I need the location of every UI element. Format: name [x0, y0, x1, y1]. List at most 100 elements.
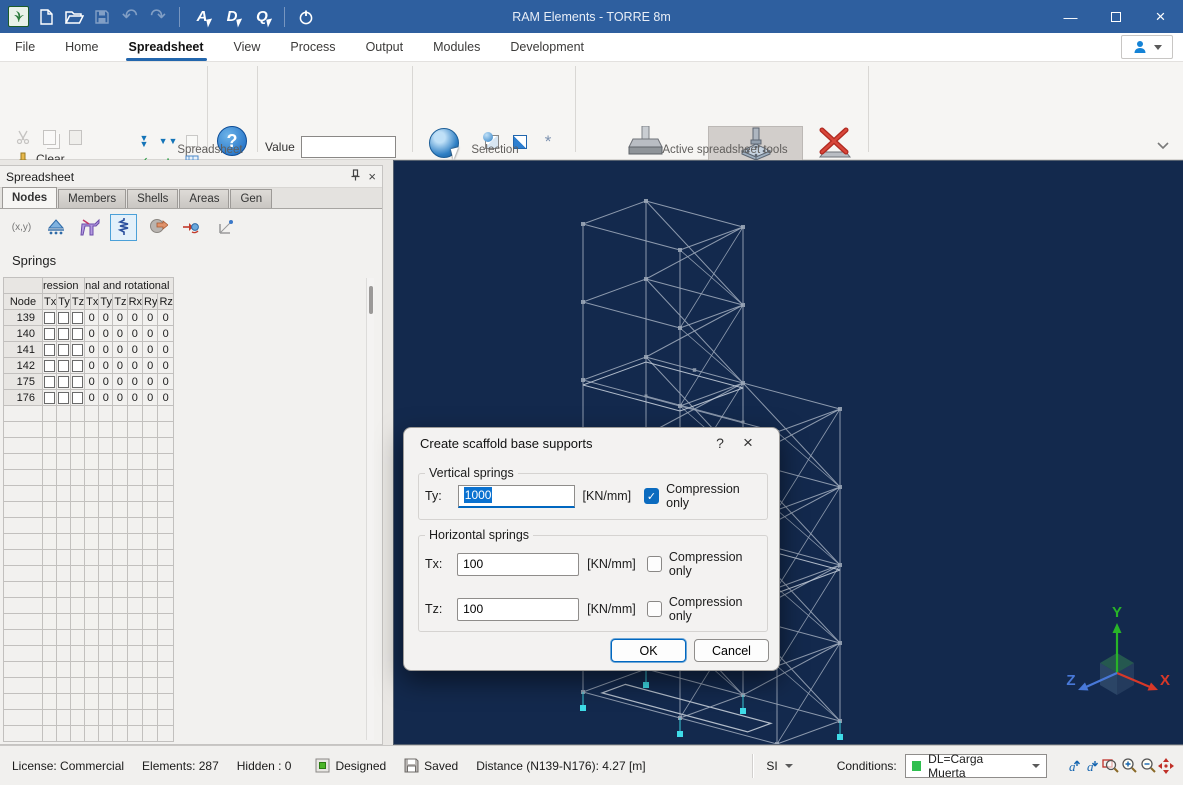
tz-compression-checkbox[interactable]: Compression only [647, 595, 761, 623]
power-icon[interactable] [295, 5, 317, 29]
close-button[interactable]: × [1138, 0, 1183, 33]
tab-file[interactable]: File [0, 33, 50, 62]
spring-value-cell[interactable]: 0 [113, 374, 127, 390]
zoom-in-button[interactable] [1120, 754, 1138, 778]
springs-tool-button[interactable] [110, 214, 137, 241]
increase-font-button[interactable]: a [1065, 754, 1083, 778]
select-tool-a-button[interactable]: A [190, 8, 214, 25]
dialog-close-button[interactable]: × [733, 433, 763, 453]
open-file-button[interactable] [63, 5, 85, 29]
collapse-ribbon-button[interactable] [1157, 139, 1169, 153]
tab-home[interactable]: Home [50, 33, 113, 62]
ok-button[interactable]: OK [611, 639, 686, 662]
spring-value-cell[interactable]: 0 [127, 326, 142, 342]
pin-icon[interactable] [351, 169, 360, 184]
spring-checkbox-cell[interactable] [43, 390, 57, 406]
spring-value-cell[interactable]: 0 [127, 310, 142, 326]
spring-value-cell[interactable]: 0 [99, 326, 113, 342]
spring-checkbox-cell[interactable] [70, 326, 84, 342]
panel-tab-gen[interactable]: Gen [230, 189, 272, 208]
spring-value-cell[interactable]: 0 [127, 390, 142, 406]
spring-checkbox-cell[interactable] [43, 342, 57, 358]
tab-development[interactable]: Development [495, 33, 599, 62]
spring-value-cell[interactable]: 0 [99, 358, 113, 374]
node-move-tool-button[interactable] [178, 214, 205, 241]
spring-checkbox-cell[interactable] [43, 358, 57, 374]
spring-value-cell[interactable]: 0 [143, 326, 158, 342]
spring-value-cell[interactable]: 0 [158, 358, 173, 374]
tz-input[interactable] [457, 598, 579, 621]
tab-spreadsheet[interactable]: Spreadsheet [114, 33, 219, 62]
spring-value-cell[interactable]: 0 [158, 326, 173, 342]
panel-tab-areas[interactable]: Areas [179, 189, 229, 208]
copy-icon[interactable] [40, 128, 58, 146]
spring-checkbox-cell[interactable] [43, 326, 57, 342]
dialog-help-button[interactable]: ? [707, 435, 733, 451]
save-button[interactable] [91, 5, 113, 29]
spring-checkbox-cell[interactable] [43, 310, 57, 326]
tab-output[interactable]: Output [351, 33, 419, 62]
local-axis-tool-button[interactable] [212, 214, 239, 241]
release-tool-button[interactable] [144, 214, 171, 241]
coordinates-tool-button[interactable]: (x,y) [8, 214, 35, 241]
tab-modules[interactable]: Modules [418, 33, 495, 62]
decrease-font-button[interactable]: a [1083, 754, 1101, 778]
maximize-button[interactable] [1093, 0, 1138, 33]
zoom-window-button[interactable] [1102, 754, 1120, 778]
select-tool-q-button[interactable]: Q [250, 8, 274, 25]
spring-value-cell[interactable]: 0 [99, 342, 113, 358]
spring-value-cell[interactable]: 0 [99, 310, 113, 326]
tx-input[interactable] [457, 553, 579, 576]
panel-tab-members[interactable]: Members [58, 189, 126, 208]
panel-splitter[interactable] [383, 160, 393, 745]
spring-value-cell[interactable]: 0 [113, 342, 127, 358]
value-input[interactable] [301, 136, 396, 158]
spring-value-cell[interactable]: 0 [113, 358, 127, 374]
user-account-button[interactable] [1121, 35, 1173, 59]
tab-process[interactable]: Process [275, 33, 350, 62]
supports-tool-button[interactable] [42, 214, 69, 241]
new-file-button[interactable] [35, 5, 57, 29]
spring-checkbox-cell[interactable] [43, 374, 57, 390]
panel-close-icon[interactable]: × [368, 169, 376, 184]
spring-checkbox-cell[interactable] [70, 390, 84, 406]
spring-value-cell[interactable]: 0 [113, 326, 127, 342]
spring-checkbox-cell[interactable] [57, 374, 71, 390]
node-id-cell[interactable]: 140 [4, 326, 43, 342]
spring-value-cell[interactable]: 0 [85, 310, 99, 326]
tab-view[interactable]: View [219, 33, 276, 62]
ty-compression-checkbox[interactable]: ✓ Compression only [644, 482, 761, 510]
spring-checkbox-cell[interactable] [70, 374, 84, 390]
node-id-cell[interactable]: 139 [4, 310, 43, 326]
node-id-cell[interactable]: 141 [4, 342, 43, 358]
spring-value-cell[interactable]: 0 [158, 342, 173, 358]
zoom-extents-button[interactable] [1157, 754, 1175, 778]
condition-dropdown[interactable]: DL=Carga Muerta [905, 754, 1047, 778]
node-id-cell[interactable]: 176 [4, 390, 43, 406]
frame-tool-button[interactable] [76, 214, 103, 241]
spring-value-cell[interactable]: 0 [127, 342, 142, 358]
paste-icon[interactable] [66, 128, 84, 146]
cancel-button[interactable]: Cancel [694, 639, 769, 662]
tx-compression-checkbox[interactable]: Compression only [647, 550, 761, 578]
spring-value-cell[interactable]: 0 [113, 310, 127, 326]
spring-checkbox-cell[interactable] [57, 310, 71, 326]
spring-value-cell[interactable]: 0 [127, 358, 142, 374]
select-tool-d-button[interactable]: D [220, 8, 244, 25]
spring-value-cell[interactable]: 0 [127, 374, 142, 390]
spring-value-cell[interactable]: 0 [113, 390, 127, 406]
spring-value-cell[interactable]: 0 [85, 358, 99, 374]
cut-icon[interactable] [14, 128, 32, 146]
spring-value-cell[interactable]: 0 [85, 374, 99, 390]
undo-button[interactable]: ↶ [119, 5, 141, 29]
spring-checkbox-cell[interactable] [57, 326, 71, 342]
spring-value-cell[interactable]: 0 [143, 390, 158, 406]
spring-value-cell[interactable]: 0 [99, 374, 113, 390]
spring-value-cell[interactable]: 0 [143, 374, 158, 390]
spring-checkbox-cell[interactable] [57, 390, 71, 406]
spring-checkbox-cell[interactable] [70, 358, 84, 374]
spring-value-cell[interactable]: 0 [158, 310, 173, 326]
redo-button[interactable]: ↷ [147, 5, 169, 29]
panel-tab-shells[interactable]: Shells [127, 189, 178, 208]
spring-value-cell[interactable]: 0 [143, 342, 158, 358]
